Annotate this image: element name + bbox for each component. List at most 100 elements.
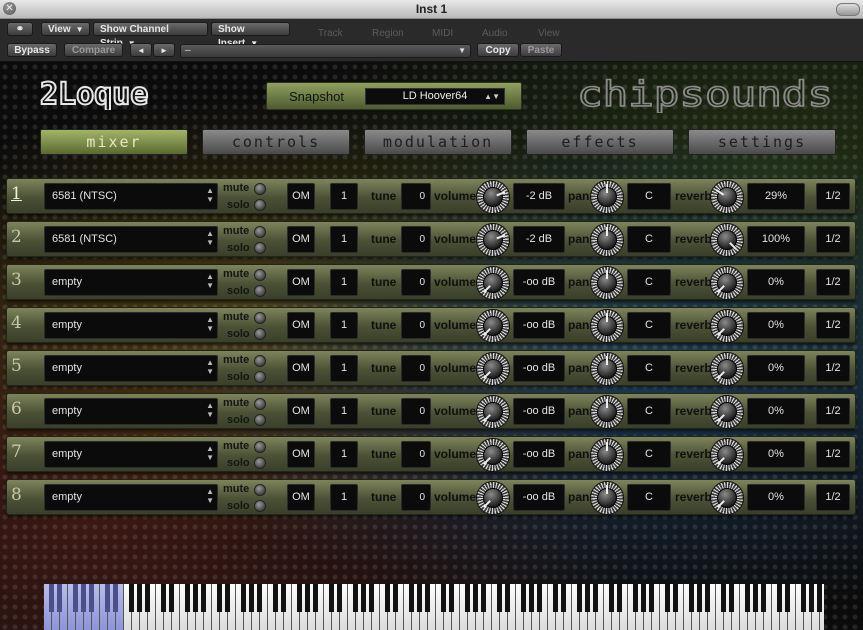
black-key[interactable] xyxy=(161,584,166,612)
mute-button[interactable] xyxy=(254,312,266,324)
black-key[interactable] xyxy=(225,584,230,612)
mute-button[interactable] xyxy=(254,398,266,410)
pan-value[interactable]: C xyxy=(627,312,671,339)
row-number[interactable]: 5 xyxy=(11,356,22,376)
black-key[interactable] xyxy=(113,584,118,612)
channel-field[interactable]: 1 xyxy=(330,226,358,253)
reverb-value[interactable]: 100% xyxy=(747,226,805,253)
black-key[interactable] xyxy=(801,584,806,612)
tune-field[interactable]: 0 xyxy=(401,183,431,210)
voices-field[interactable]: 1/2 xyxy=(816,398,850,425)
volume-knob[interactable] xyxy=(476,352,510,386)
solo-button[interactable] xyxy=(254,285,266,297)
black-key[interactable] xyxy=(729,584,734,612)
pan-value[interactable]: C xyxy=(627,398,671,425)
volume-knob[interactable] xyxy=(476,309,510,343)
reverb-value[interactable]: 0% xyxy=(747,355,805,382)
mute-button[interactable] xyxy=(254,355,266,367)
black-key[interactable] xyxy=(353,584,358,612)
tune-field[interactable]: 0 xyxy=(401,269,431,296)
black-key[interactable] xyxy=(753,584,758,612)
voices-field[interactable]: 1/2 xyxy=(816,226,850,253)
tune-field[interactable]: 0 xyxy=(401,226,431,253)
black-key[interactable] xyxy=(705,584,710,612)
preset-select[interactable]: – ▼ xyxy=(180,44,471,58)
mode-field[interactable]: OM xyxy=(287,183,315,210)
black-key[interactable] xyxy=(129,584,134,612)
pan-value[interactable]: C xyxy=(627,355,671,382)
black-key[interactable] xyxy=(249,584,254,612)
black-key[interactable] xyxy=(745,584,750,612)
pan-value[interactable]: C xyxy=(627,226,671,253)
black-key[interactable] xyxy=(193,584,198,612)
mute-button[interactable] xyxy=(254,226,266,238)
black-key[interactable] xyxy=(817,584,822,612)
pan-knob[interactable] xyxy=(590,352,624,386)
black-key[interactable] xyxy=(585,584,590,612)
voices-field[interactable]: 1/2 xyxy=(816,312,850,339)
black-key[interactable] xyxy=(617,584,622,612)
black-key[interactable] xyxy=(137,584,142,612)
mode-field[interactable]: OM xyxy=(287,312,315,339)
row-number[interactable]: 8 xyxy=(11,485,22,505)
black-key[interactable] xyxy=(385,584,390,612)
black-key[interactable] xyxy=(673,584,678,612)
volume-knob[interactable] xyxy=(476,438,510,472)
tune-field[interactable]: 0 xyxy=(401,441,431,468)
pan-value[interactable]: C xyxy=(627,269,671,296)
instrument-select[interactable]: 6581 (NTSC) ▲ ▼ xyxy=(44,226,218,253)
black-key[interactable] xyxy=(361,584,366,612)
black-key[interactable] xyxy=(665,584,670,612)
black-key[interactable] xyxy=(257,584,262,612)
copy-button[interactable]: Copy xyxy=(477,43,519,57)
row-number[interactable]: 7 xyxy=(11,442,22,462)
link-button[interactable]: ⚭ xyxy=(7,22,33,36)
black-key[interactable] xyxy=(281,584,286,612)
mute-button[interactable] xyxy=(254,269,266,281)
black-key[interactable] xyxy=(633,584,638,612)
view-menu[interactable]: View ▼ xyxy=(41,22,90,36)
instrument-select[interactable]: empty ▲ ▼ xyxy=(44,312,218,339)
black-key[interactable] xyxy=(169,584,174,612)
black-key[interactable] xyxy=(809,584,814,612)
tune-field[interactable]: 0 xyxy=(401,398,431,425)
pan-knob[interactable] xyxy=(590,438,624,472)
solo-button[interactable] xyxy=(254,457,266,469)
bypass-button[interactable]: Bypass xyxy=(7,43,57,57)
reverb-value[interactable]: 0% xyxy=(747,398,805,425)
pan-knob[interactable] xyxy=(590,481,624,515)
instrument-select[interactable]: empty ▲ ▼ xyxy=(44,398,218,425)
channel-field[interactable]: 1 xyxy=(330,312,358,339)
black-key[interactable] xyxy=(145,584,150,612)
pan-value[interactable]: C xyxy=(627,441,671,468)
black-key[interactable] xyxy=(105,584,110,612)
next-preset-button[interactable]: ► xyxy=(153,43,175,57)
black-key[interactable] xyxy=(721,584,726,612)
reverb-value[interactable]: 29% xyxy=(747,183,805,210)
voices-field[interactable]: 1/2 xyxy=(816,183,850,210)
pan-knob[interactable] xyxy=(590,223,624,257)
volume-value[interactable]: -oo dB xyxy=(513,269,565,296)
black-key[interactable] xyxy=(81,584,86,612)
mode-field[interactable]: OM xyxy=(287,226,315,253)
prev-preset-button[interactable]: ◄ xyxy=(130,43,152,57)
reverb-value[interactable]: 0% xyxy=(747,269,805,296)
row-number[interactable]: 3 xyxy=(11,270,22,290)
pan-value[interactable]: C xyxy=(627,183,671,210)
reverb-knob[interactable] xyxy=(710,223,744,257)
mode-field[interactable]: OM xyxy=(287,355,315,382)
voices-field[interactable]: 1/2 xyxy=(816,269,850,296)
reverb-value[interactable]: 0% xyxy=(747,484,805,511)
black-key[interactable] xyxy=(761,584,766,612)
black-key[interactable] xyxy=(273,584,278,612)
black-key[interactable] xyxy=(393,584,398,612)
reverb-knob[interactable] xyxy=(710,438,744,472)
channel-field[interactable]: 1 xyxy=(330,398,358,425)
black-key[interactable] xyxy=(553,584,558,612)
black-key[interactable] xyxy=(49,584,54,612)
volume-value[interactable]: -2 dB xyxy=(513,183,565,210)
black-key[interactable] xyxy=(329,584,334,612)
tab-modulation[interactable]: modulation xyxy=(364,129,512,155)
black-key[interactable] xyxy=(529,584,534,612)
reverb-knob[interactable] xyxy=(710,481,744,515)
